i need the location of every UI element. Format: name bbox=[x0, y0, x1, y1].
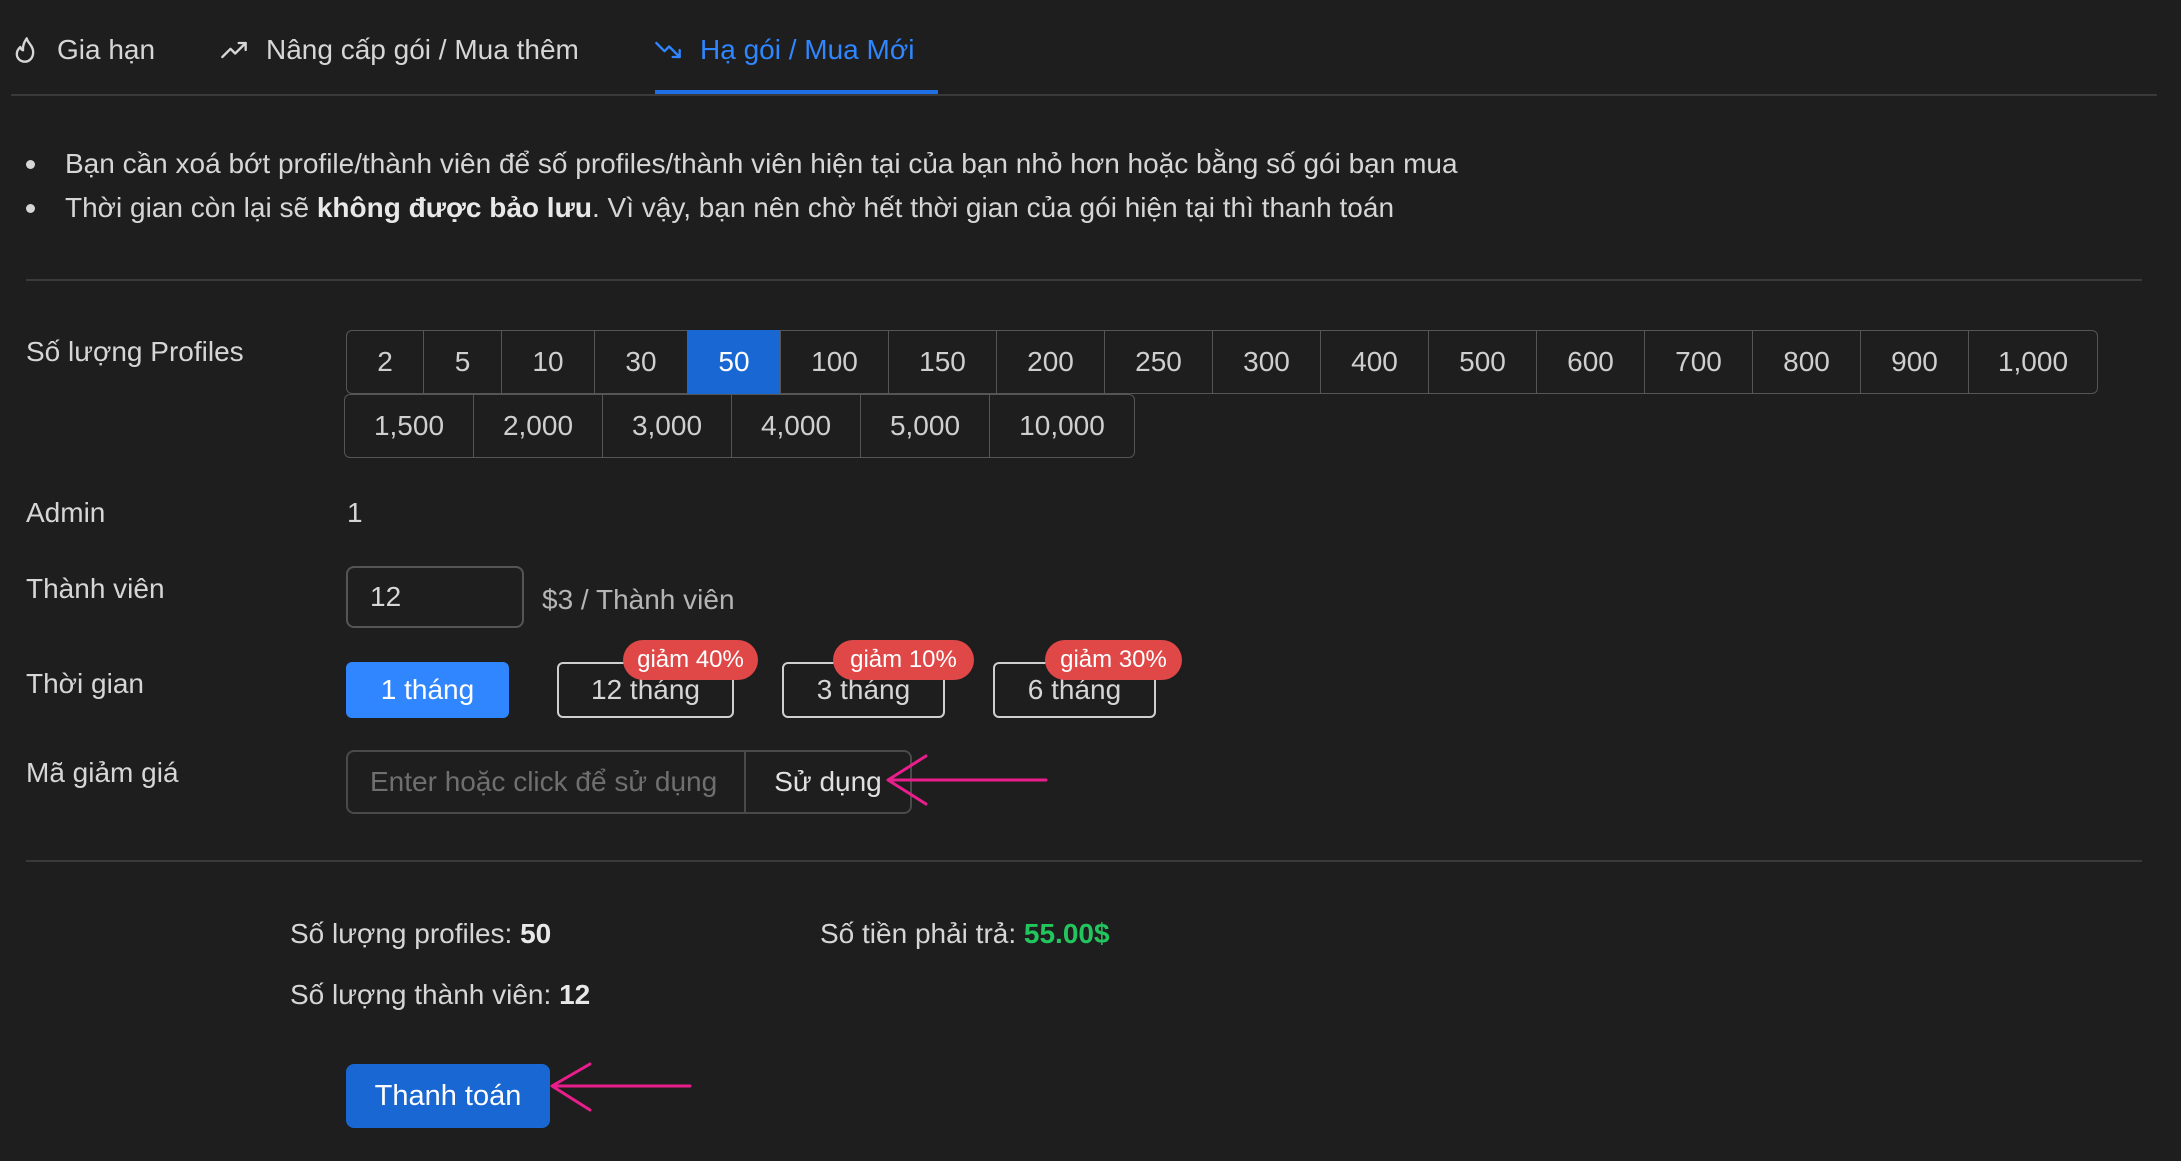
tab-label: Hạ gói / Mua Mới bbox=[700, 34, 915, 65]
summary-profiles-label: Số lượng profiles: bbox=[290, 918, 521, 949]
total-price: 55.00$ bbox=[1023, 918, 1110, 949]
discount-badge: giảm 40% bbox=[623, 640, 758, 680]
arrow-annotation-icon bbox=[550, 1062, 692, 1112]
trending-down-icon bbox=[655, 41, 681, 59]
profiles-row-1: 2 5 10 30 50 100 150 200 250 300 400 500 600 700 800 90… bbox=[346, 330, 2098, 394]
profile-quantity-button[interactable]: 50 bbox=[687, 330, 780, 394]
summary-members-label: Số lượng thành viên: bbox=[290, 979, 560, 1010]
profile-quantity-button[interactable]: 200 bbox=[996, 330, 1104, 394]
profile-quantity-button[interactable]: 10,000 bbox=[989, 394, 1135, 458]
profile-quantity-button[interactable]: 1,500 bbox=[344, 394, 473, 458]
profile-quantity-button[interactable]: 400 bbox=[1320, 330, 1428, 394]
profile-quantity-button[interactable]: 700 bbox=[1644, 330, 1752, 394]
tab-bar: Gia hạn Nâng cấp gói / Mua thêm Hạ gói /… bbox=[11, 0, 2157, 96]
duration-label-text: 1 tháng bbox=[380, 674, 475, 705]
flame-icon bbox=[15, 37, 35, 63]
discount-badge: giảm 10% bbox=[833, 640, 974, 680]
pay-button[interactable]: Thanh toán bbox=[346, 1064, 550, 1128]
note-item: Thời gian còn lại sẽ không được bảo lưu.… bbox=[26, 186, 2126, 230]
note-bold-text: không được bảo lưu bbox=[316, 192, 592, 223]
tab-downgrade[interactable]: Hạ gói / Mua Mới bbox=[654, 28, 914, 72]
members-input[interactable]: 12 bbox=[346, 566, 524, 628]
profile-quantity-button[interactable]: 150 bbox=[888, 330, 996, 394]
tab-renew[interactable]: Gia hạn bbox=[11, 28, 155, 72]
summary-profiles: Số lượng profiles: 50 bbox=[290, 918, 551, 950]
admin-value: 1 bbox=[347, 497, 363, 528]
note-item: Bạn cần xoá bớt profile/thành viên để số… bbox=[26, 142, 2126, 186]
duration-label: Thời gian bbox=[26, 668, 144, 699]
coupon-label: Mã giảm giá bbox=[26, 757, 179, 788]
profile-quantity-button[interactable]: 10 bbox=[501, 330, 594, 394]
admin-label: Admin bbox=[26, 497, 106, 528]
summary-amount: Số tiền phải trả: 55.00$ bbox=[820, 918, 1110, 950]
profile-quantity-button[interactable]: 2,000 bbox=[473, 394, 602, 458]
profile-quantity-button[interactable]: 800 bbox=[1752, 330, 1860, 394]
tab-label: Gia hạn bbox=[57, 34, 156, 65]
coupon-group: Enter hoặc click để sử dụng Sử dụng bbox=[346, 750, 912, 814]
profile-quantity-button[interactable]: 900 bbox=[1860, 330, 1968, 394]
summary-profiles-value: 50 bbox=[520, 918, 552, 949]
profiles-row-2: 1,500 2,000 3,000 4,000 5,000 10,000 bbox=[344, 394, 1135, 458]
divider bbox=[26, 279, 2142, 281]
note-text: Thời gian còn lại sẽ bbox=[65, 192, 317, 223]
profile-quantity-button[interactable]: 3,000 bbox=[602, 394, 731, 458]
members-label: Thành viên bbox=[26, 573, 165, 604]
profile-quantity-button[interactable]: 100 bbox=[780, 330, 888, 394]
discount-badge: giảm 30% bbox=[1045, 640, 1182, 680]
profile-quantity-button[interactable]: 30 bbox=[594, 330, 687, 394]
profile-quantity-button[interactable]: 1,000 bbox=[1968, 330, 2098, 394]
profile-quantity-button[interactable]: 300 bbox=[1212, 330, 1320, 394]
profile-quantity-button[interactable]: 5,000 bbox=[860, 394, 989, 458]
notes-list: Bạn cần xoá bớt profile/thành viên để số… bbox=[26, 142, 2126, 230]
profiles-label: Số lượng Profiles bbox=[26, 336, 244, 367]
profile-quantity-button[interactable]: 250 bbox=[1104, 330, 1212, 394]
tab-label: Nâng cấp gói / Mua thêm bbox=[266, 34, 579, 65]
price-per-member: $3 / Thành viên bbox=[542, 584, 735, 615]
trending-up-icon bbox=[221, 41, 247, 59]
profile-quantity-button[interactable]: 2 bbox=[346, 330, 423, 394]
profile-quantity-button[interactable]: 4,000 bbox=[731, 394, 860, 458]
divider bbox=[26, 860, 2142, 862]
summary-amount-label: Số tiền phải trả: bbox=[820, 918, 1024, 949]
profile-quantity-button[interactable]: 500 bbox=[1428, 330, 1536, 394]
summary-members-value: 12 bbox=[559, 979, 591, 1010]
summary-members: Số lượng thành viên: 12 bbox=[290, 979, 590, 1011]
note-text: . Vì vậy, bạn nên chờ hết thời gian của … bbox=[591, 192, 1395, 223]
active-tab-indicator bbox=[655, 90, 938, 94]
duration-1-month[interactable]: 1 tháng bbox=[346, 662, 509, 718]
profile-quantity-button[interactable]: 600 bbox=[1536, 330, 1644, 394]
note-text: Bạn cần xoá bớt profile/thành viên để số… bbox=[65, 148, 1458, 179]
arrow-annotation-icon bbox=[886, 754, 1048, 806]
profile-quantity-button[interactable]: 5 bbox=[423, 330, 501, 394]
tab-upgrade[interactable]: Nâng cấp gói / Mua thêm bbox=[220, 28, 579, 72]
coupon-input[interactable]: Enter hoặc click để sử dụng bbox=[348, 752, 746, 812]
